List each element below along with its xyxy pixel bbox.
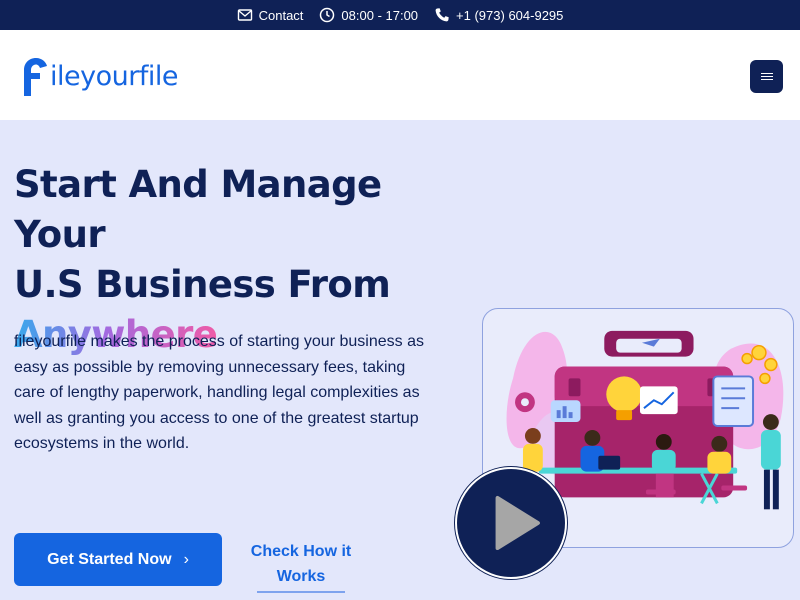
hero-title-line2: U.S Business From <box>14 263 391 306</box>
menu-button[interactable] <box>750 60 783 93</box>
site-header: ileyourfile <box>0 30 800 120</box>
phone-icon <box>435 8 449 22</box>
check-how-it-works-link[interactable]: Check How it Works <box>240 539 362 589</box>
chevron-right-icon: › <box>183 550 189 568</box>
hours-info: 08:00 - 17:00 <box>319 7 418 23</box>
phone-link[interactable]: +1 (973) 604-9295 <box>434 7 563 23</box>
top-contact-bar: Contact 08:00 - 17:00 +1 (973) 604-9295 <box>0 0 800 30</box>
contact-label: Contact <box>258 7 304 23</box>
video-play-button[interactable] <box>455 467 567 579</box>
phone-label: +1 (973) 604-9295 <box>456 7 564 23</box>
logo-f-icon <box>24 58 47 96</box>
envelope-icon <box>237 9 252 21</box>
site-logo[interactable]: ileyourfile <box>20 56 178 96</box>
get-started-label: Get Started Now <box>47 550 172 568</box>
hamburger-icon <box>760 71 773 82</box>
hero-title-line1: Start And Manage Your <box>14 163 382 256</box>
clock-icon <box>320 7 335 23</box>
logo-mark <box>20 56 54 96</box>
play-icon <box>495 496 540 550</box>
contact-link[interactable]: Contact <box>237 7 304 23</box>
link-underline <box>257 591 345 593</box>
hero-description: fileyourfile makes the process of starti… <box>14 333 424 453</box>
get-started-button[interactable]: Get Started Now › <box>14 533 222 586</box>
logo-text: ileyourfile <box>50 60 178 92</box>
hours-label: 08:00 - 17:00 <box>341 7 419 23</box>
